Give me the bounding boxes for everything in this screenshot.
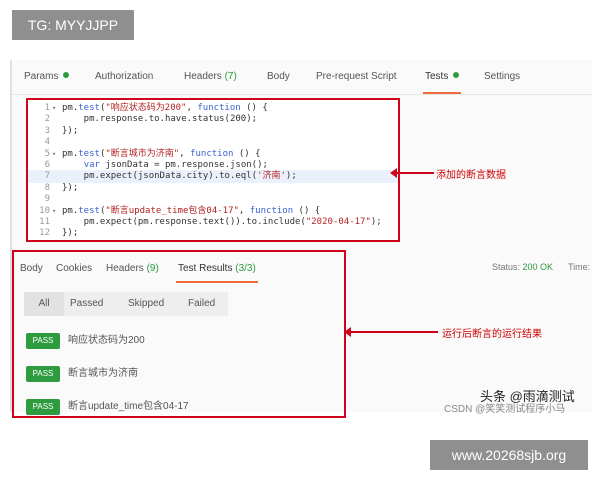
test-result-name: 断言update_time包含04-17 — [68, 401, 189, 412]
tab-label: Tests — [425, 71, 449, 82]
tab-label: Authorization — [95, 71, 154, 82]
code-token: () { — [293, 205, 321, 216]
code-token: pm.expect(jsonData.city).to.eql( — [62, 171, 258, 182]
annotation-added-assertions: 添加的断言数据 — [436, 170, 506, 181]
tab-count: (9) — [146, 263, 159, 274]
code-line[interactable]: 12}); — [28, 227, 398, 240]
response-status: Status: 200 OK — [492, 262, 553, 272]
tab-response-body[interactable]: Body — [20, 256, 43, 282]
code-token: var — [83, 160, 100, 170]
site-watermark-badge: www.20268sjb.org — [430, 440, 588, 470]
tab-label: Test Results — [178, 263, 233, 274]
tab-test-results[interactable]: Test Results (3/3) — [176, 256, 258, 283]
tab-settings[interactable]: Settings — [484, 60, 520, 94]
csdn-watermark: CSDN @笑笑测试程序小马 — [444, 404, 566, 415]
result-filter-bar: All Passed Skipped Failed — [24, 292, 228, 316]
filter-failed[interactable]: Failed — [188, 292, 215, 316]
pass-badge: PASS — [26, 399, 60, 415]
code-token: "断言城市为济南" — [105, 148, 180, 159]
tab-label: Cookies — [56, 263, 93, 274]
tab-label: Settings — [484, 71, 521, 82]
code-token: function — [190, 148, 234, 159]
tab-label: Params — [24, 71, 59, 82]
tab-count: (7) — [224, 71, 237, 82]
status-label: Status: — [492, 262, 521, 272]
filter-all[interactable]: All — [24, 292, 64, 316]
tab-params[interactable]: Params — [24, 60, 70, 94]
tab-body[interactable]: Body — [267, 60, 290, 94]
code-token: pm. — [62, 148, 79, 159]
code-token: test — [78, 103, 100, 113]
status-dot-icon — [453, 72, 460, 78]
tab-count: (3/3) — [235, 263, 256, 274]
code-token: "断言update_time包含04-17" — [105, 205, 239, 216]
arrow-left-icon — [344, 327, 438, 337]
code-token: jsonData = pm.response.json(); — [99, 160, 268, 170]
tg-watermark-badge: TG: MYYJJPP — [12, 10, 134, 40]
status-value: 200 OK — [522, 262, 554, 272]
code-token: , — [179, 148, 191, 159]
test-result-name: 断言城市为济南 — [68, 368, 138, 379]
annotation-run-results: 运行后断言的运行结果 — [442, 329, 542, 340]
tab-label: Body — [20, 263, 43, 274]
code-token: }); — [62, 125, 79, 136]
test-result-name: 响应状态码为200 — [68, 335, 145, 346]
code-token: pm.expect(pm.response.text()).to.include… — [62, 217, 306, 227]
code-token: ); — [285, 171, 297, 182]
tab-pre-request-script[interactable]: Pre-request Script — [316, 60, 397, 94]
postman-panel: Params Authorization Headers (7) Body Pr… — [10, 60, 592, 418]
tab-cookies[interactable]: Cookies — [56, 256, 92, 282]
filter-passed[interactable]: Passed — [70, 292, 103, 316]
tab-authorization[interactable]: Authorization — [95, 60, 153, 94]
code-token: }); — [62, 228, 79, 239]
code-token: ); — [370, 217, 382, 227]
code-token: () { — [240, 103, 268, 113]
code-token: function — [249, 205, 294, 216]
code-token: , — [186, 103, 198, 113]
tab-label: Pre-request Script — [316, 71, 397, 82]
status-dot-icon — [63, 72, 70, 78]
tab-response-headers[interactable]: Headers (9) — [106, 256, 159, 282]
test-script-editor[interactable]: 1 ▾ pm.test("响应状态码为200", function () {2 pm… — [26, 98, 400, 242]
code-token: pm. — [62, 205, 79, 216]
code-token: pm. — [62, 103, 79, 113]
code-text: }); — [62, 227, 78, 240]
arrow-left-icon — [390, 168, 434, 178]
code-token: () { — [233, 148, 261, 159]
tab-label: Body — [267, 71, 290, 82]
filter-skipped[interactable]: Skipped — [128, 292, 164, 316]
code-token: test — [78, 205, 100, 216]
tab-label: Headers — [106, 263, 144, 274]
code-token: pm.response.to.have.status(200); — [62, 114, 258, 125]
code-token: , — [238, 205, 250, 216]
code-token: function — [197, 103, 241, 113]
request-tab-bar: Params Authorization Headers (7) Body Pr… — [12, 60, 592, 95]
line-number: 12 — [39, 228, 50, 239]
code-token: test — [78, 148, 100, 159]
code-token: "2020-04-17" — [305, 217, 371, 227]
code-token: '济南' — [257, 171, 286, 182]
pass-badge: PASS — [26, 333, 60, 349]
code-token: "响应状态码为200" — [105, 103, 187, 113]
tab-headers[interactable]: Headers (7) — [184, 60, 237, 94]
pass-badge: PASS — [26, 366, 60, 382]
code-token: }); — [62, 182, 79, 193]
tab-tests[interactable]: Tests — [422, 60, 462, 94]
tab-label: Headers — [184, 71, 222, 82]
response-time-label: Time: — [568, 262, 591, 272]
